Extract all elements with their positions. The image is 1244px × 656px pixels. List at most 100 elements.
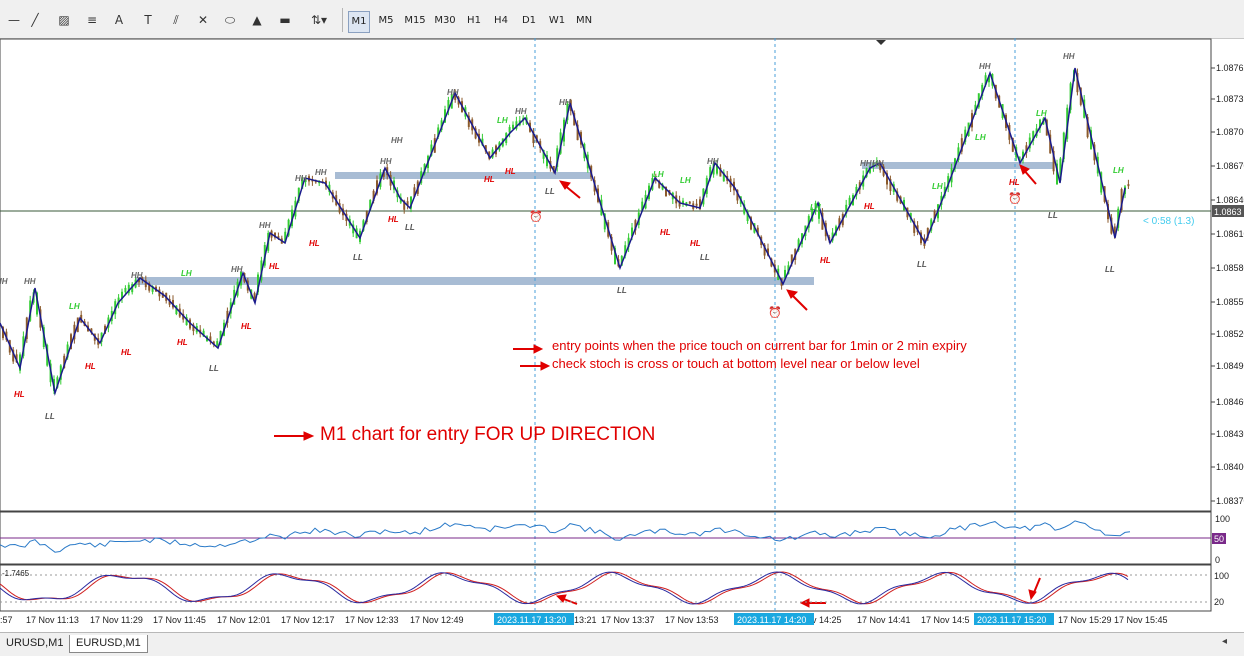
- swing-label-hl: HL: [690, 239, 701, 248]
- stoch-axis-20: 20: [1214, 597, 1224, 607]
- price-tick-label: 1.08400: [1216, 462, 1244, 472]
- ellipse-icon[interactable]: ⬭: [222, 12, 238, 28]
- swing-label-hl: HL: [121, 348, 132, 357]
- time-tick-label: 17 Nov 12:01: [217, 615, 271, 625]
- text-icon[interactable]: A: [111, 12, 127, 28]
- time-tick-label: 17 Nov 14:5: [921, 615, 970, 625]
- swing-label-hl: HL: [660, 228, 671, 237]
- text-label-icon[interactable]: T: [140, 12, 156, 28]
- time-tick-label: 17 Nov 15:29: [1058, 615, 1112, 625]
- arrows-icon[interactable]: ⇅▾: [307, 12, 331, 28]
- vline-label-3: 2023.11.17 15:20: [977, 615, 1046, 625]
- tab-eurusd-m1[interactable]: EURUSD,M1: [69, 635, 148, 653]
- swing-label-hh: HH: [447, 88, 459, 97]
- swing-label-hh: HH: [559, 98, 571, 107]
- timeframe-h1[interactable]: H1: [463, 11, 485, 31]
- swing-label-hl: HL: [85, 362, 96, 371]
- timeframe-d1[interactable]: D1: [518, 11, 540, 31]
- vline-label-1: 2023.11.17 13:20: [497, 615, 566, 625]
- price-tick-label: 1.08460: [1216, 397, 1244, 407]
- channel-icon[interactable]: ▨: [56, 12, 72, 28]
- swing-label-hl: HL: [1009, 178, 1020, 187]
- chart-area[interactable]: HH HL LL HH LH HL HL HH LH HL LL HH HL HH HL HL HH HH LL HL…: [0, 38, 1244, 631]
- triangle-icon[interactable]: ▲: [249, 12, 265, 28]
- time-tick-label: 17 Nov 12:17: [281, 615, 335, 625]
- stoch-label: -1.7465: [2, 569, 30, 578]
- swing-label-hh: HH: [391, 136, 403, 145]
- swing-label-ll: LL: [545, 187, 555, 196]
- price-tick-label: 1.08700: [1216, 127, 1244, 137]
- time-tick-label: v 14:25: [812, 615, 842, 625]
- swing-label-hh: HH: [231, 265, 243, 274]
- time-tick-label: 17 Nov 11:13: [26, 615, 79, 625]
- time-tick-label: 17 Nov 15:45: [1114, 615, 1168, 625]
- alarm-icon: ⏰: [1008, 191, 1022, 205]
- price-tick-label: 1.08550: [1216, 297, 1244, 307]
- timeframe-w1[interactable]: W1: [546, 11, 568, 31]
- swing-label-hl: HL: [309, 239, 320, 248]
- price-tick-label: 1.08580: [1216, 263, 1244, 273]
- swing-label-ll: LL: [617, 286, 627, 295]
- swing-label-hl: HL: [820, 256, 831, 265]
- tab-urusd-m1[interactable]: URUSD,M1: [0, 635, 69, 652]
- price-chart[interactable]: HH HL LL HH LH HL HL HH LH HL LL HH HL HH HL HL HH HH LL HL…: [0, 38, 1244, 631]
- time-tick-label: :57: [0, 615, 13, 625]
- swing-label-hh: HH: [295, 174, 307, 183]
- minus-icon[interactable]: —: [6, 12, 22, 28]
- swing-label-lh: LH: [69, 302, 80, 311]
- time-tick-label: 17 Nov 14:41: [857, 615, 911, 625]
- time-tick-label: 17 Nov 12:33: [345, 615, 399, 625]
- swing-label-hh: HH: [315, 168, 327, 177]
- bar-countdown: < 0:58 (1.3): [1143, 216, 1194, 227]
- swing-label-lh: LH: [932, 182, 943, 191]
- chart-toolbar: — ╱ ▨ ≡ A T ⫽ ✕ ⬭ ▲ ▬ ⇅▾ M1 M5 M15 M30 H1 H4 D…: [0, 0, 1244, 39]
- swing-label-hl: HL: [505, 167, 516, 176]
- swing-label-hh: HH: [707, 157, 719, 166]
- timeframe-m15[interactable]: M15: [402, 11, 428, 31]
- price-tick-label: 1.08520: [1216, 329, 1244, 339]
- timeframe-h4[interactable]: H4: [490, 11, 512, 31]
- swing-label-hh: HH: [259, 221, 271, 230]
- candle-body: [216, 341, 219, 346]
- line-icon[interactable]: ╱: [27, 12, 43, 28]
- swing-label-ll: LL: [45, 412, 55, 421]
- swing-label-ll: LL: [700, 253, 710, 262]
- swing-label-hl: HL: [864, 202, 875, 211]
- symbol-tabs-bar: URUSD,M1 EURUSD,M1 ◂: [0, 632, 1244, 656]
- time-tick-label: 17 Nov 13:53: [665, 615, 719, 625]
- swing-label-hl: HL: [177, 338, 188, 347]
- cross-icon[interactable]: ✕: [195, 12, 211, 28]
- swing-label-lh: LH: [1113, 166, 1124, 175]
- toolbar-separator: [342, 8, 343, 32]
- scroll-left-icon[interactable]: ◂: [1222, 636, 1227, 647]
- timeframe-m5[interactable]: M5: [375, 11, 397, 31]
- candle-body: [1127, 184, 1130, 187]
- rectangle-icon[interactable]: ▬: [277, 12, 293, 28]
- candle-body: [695, 203, 698, 206]
- swing-label-hl: HL: [241, 322, 252, 331]
- swing-label-hl: HL: [14, 390, 25, 399]
- gann-icon[interactable]: ⫽: [168, 12, 184, 28]
- swing-label-hh: HH: [872, 159, 884, 168]
- swing-label-hh: HH: [0, 277, 8, 286]
- zone-upper: [335, 172, 591, 179]
- timeframe-mn[interactable]: MN: [573, 11, 595, 31]
- annotation-note1: entry points when the price touch on cur…: [552, 338, 967, 353]
- fibo-icon[interactable]: ≡: [84, 12, 100, 28]
- price-axis: 1.08762 1.08731 1.08700 1.08670 1.08640 1.086…: [1211, 63, 1244, 506]
- price-tick-label: 1.08610: [1216, 229, 1244, 239]
- timeframe-m30[interactable]: M30: [432, 11, 458, 31]
- current-price-label: 1.0863: [1214, 207, 1242, 217]
- candle-body: [688, 201, 691, 204]
- alarm-icon: ⏰: [768, 305, 782, 319]
- rsi-axis-100: 100: [1215, 514, 1230, 524]
- annotation-note2: check stoch is cross or touch at bottom …: [552, 356, 920, 371]
- swing-label-hh: HH: [1063, 52, 1075, 61]
- timeframe-m1[interactable]: M1: [348, 11, 370, 33]
- price-tick-label: 1.08731: [1216, 94, 1244, 104]
- candle-body: [508, 127, 511, 133]
- time-tick-label: 17 Nov 13:37: [601, 615, 655, 625]
- price-tick-label: 1.08640: [1216, 195, 1244, 205]
- swing-label-hh: HH: [380, 157, 392, 166]
- price-tick-label: 1.08762: [1216, 63, 1244, 73]
